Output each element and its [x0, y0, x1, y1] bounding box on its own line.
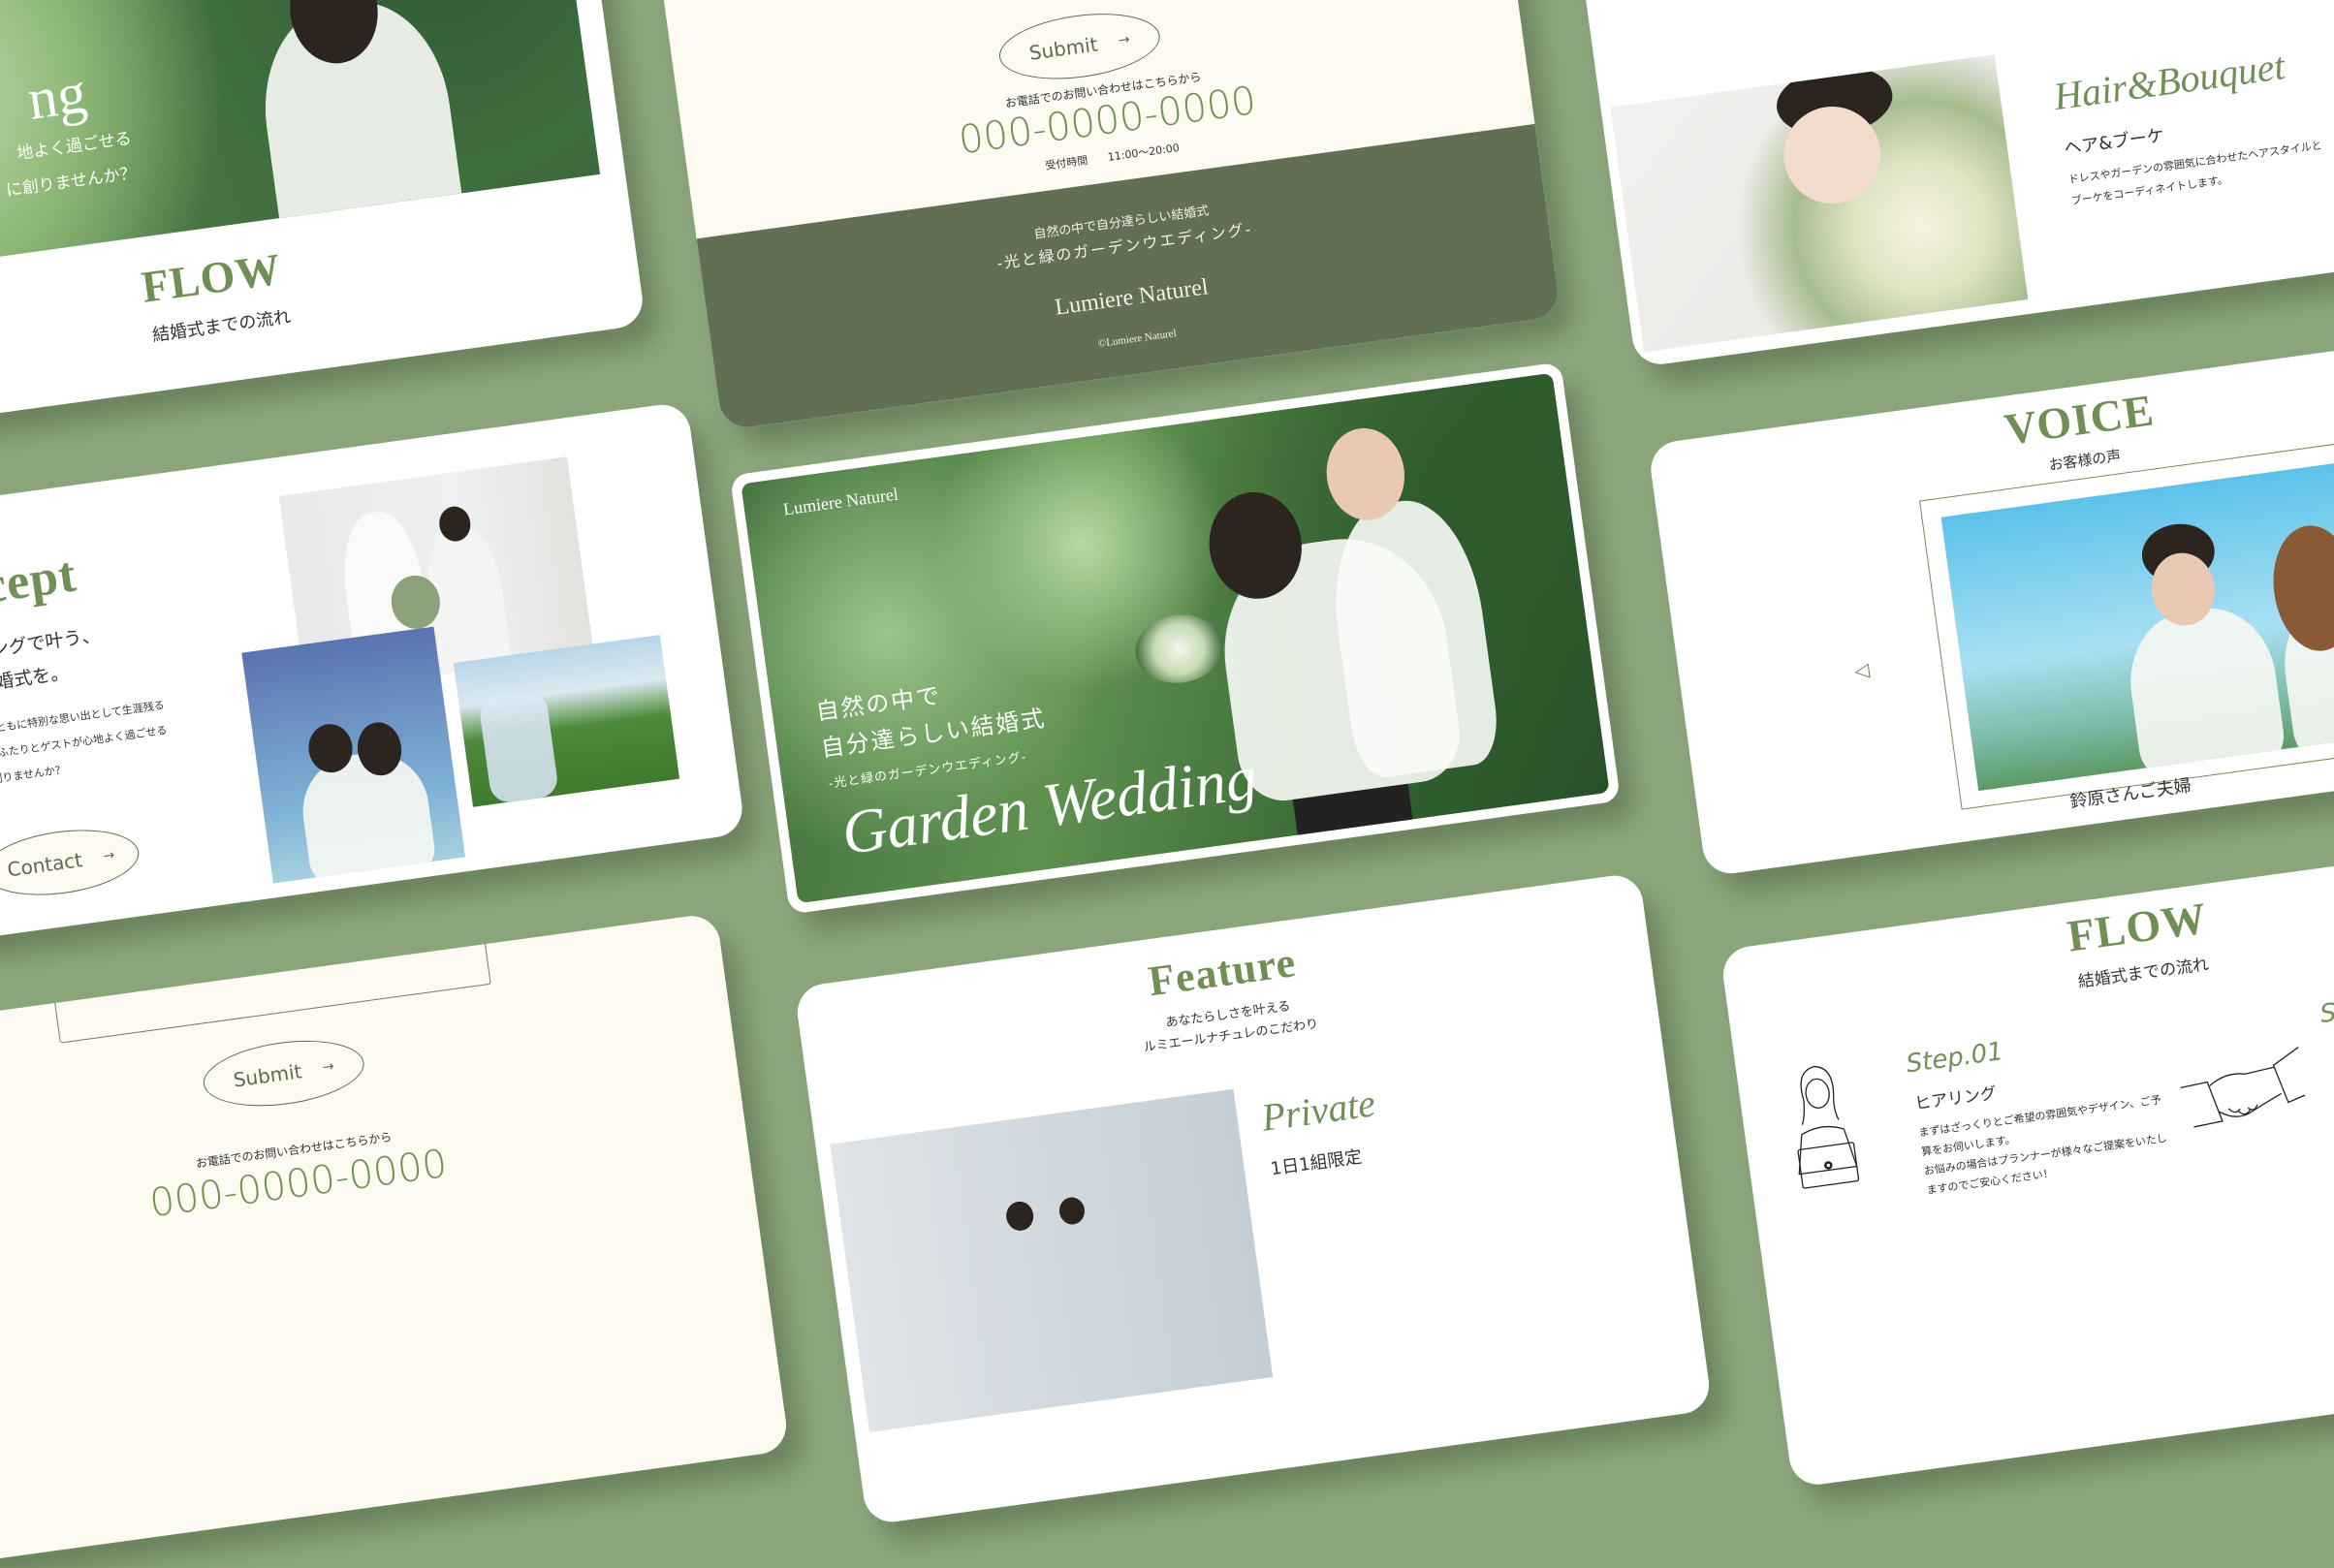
concept-body: や季節の移ろいとともに特別な思い出として生涯残る を演出します。おふたりとゲスト… [0, 693, 173, 802]
sky-couple-photo [241, 626, 466, 884]
carousel-prev-icon[interactable]: ◁ [1853, 657, 1872, 682]
woman-laptop-illustration-icon [1797, 1065, 1860, 1189]
hours-label: 受付時間 [1044, 153, 1089, 172]
arrow-right-icon: → [102, 847, 116, 864]
step-number: Step.01 [1904, 1037, 2005, 1080]
ceremony-chairs-photo [453, 634, 680, 807]
feature-card: Feature あなたらしさを叶える ルミエールナチュレのこだわり Privat… [794, 871, 1713, 1526]
contact-button[interactable]: Contact → [0, 821, 143, 904]
feature-private-script: Private [1258, 1081, 1378, 1140]
voice-card: VOICE お客様の声 ◁ 鈴原さんご夫婦 [1647, 327, 2334, 877]
arrow-right-icon: → [1117, 31, 1131, 49]
hero-partial-title: ng [23, 60, 91, 132]
feature-couple-photo [830, 1088, 1274, 1432]
hours-value: 11:00〜20:00 [1107, 141, 1181, 164]
feature-item-title: 1日1組限定 [1269, 1146, 1364, 1180]
handshake-illustration-icon [2180, 1047, 2306, 1128]
hero-card: Lumiere Naturel 自然の中で 自分達らしい結婚式 -光と緑のガーデ… [729, 361, 1622, 915]
step-title: ヒアリング [1913, 1083, 1999, 1114]
flow-section-card-top-left: ng 地よく過ごせる に創りませんか？ FLOW 結婚式までの流れ [0, 0, 647, 446]
hero-partial-text: 地よく過ごせる に創りませんか？ [0, 121, 139, 214]
contact-label: Contact [6, 848, 84, 882]
hero-brand-logo[interactable]: Lumiere Naturel [782, 485, 899, 520]
concept-card: Concept ンウエディングで叶う、 ホームな結婚式を。 や季節の移ろいととも… [0, 401, 746, 952]
couple-hug-photo: ng 地よく過ごせる に創りませんか？ [0, 0, 600, 293]
next-step-partial: S [2318, 998, 2334, 1030]
hero-garden-photo: Lumiere Naturel 自然の中で 自分達らしい結婚式 -光と緑のガーデ… [741, 372, 1610, 904]
concept-lead: ンウエディングで叶う、 ホームな結婚式を。 [0, 619, 107, 712]
arrow-right-icon: → [321, 1058, 335, 1077]
flow-subtitle: 結婚式までの流れ [150, 306, 293, 346]
contact-footer-card: Submit → お電話でのお問い合わせはこちらから 000-0000-0000… [644, 0, 1561, 431]
hair-bouquet-title: ヘア&ブーケ [2063, 125, 2166, 160]
submit-label: Submit [1027, 32, 1099, 65]
concept-title: Concept [0, 547, 80, 627]
hair-bouquet-script-title: Hair&Bouquet [2051, 44, 2288, 119]
message-textarea[interactable] [47, 912, 491, 1044]
flow-card: FLOW 結婚式までの流れ Step.01 ヒアリング まずはざっくりとご希望の… [1719, 831, 2334, 1489]
flow-title: FLOW [138, 243, 285, 312]
contact-form-card: Submit → お電話でのお問い合わせはこちらから 000-0000-0000 [0, 912, 790, 1568]
bride-bouquet-photo [1610, 54, 2029, 353]
hero-script-title: Garden Wedding [837, 742, 1261, 868]
submit-button[interactable]: Submit → [199, 1031, 368, 1115]
submit-label: Submit [232, 1059, 303, 1092]
hair-bouquet-card: Hair&Bouquet ヘア&ブーケ ドレスやガーデンの雰囲気に合わせたヘアス… [1562, 0, 2334, 368]
